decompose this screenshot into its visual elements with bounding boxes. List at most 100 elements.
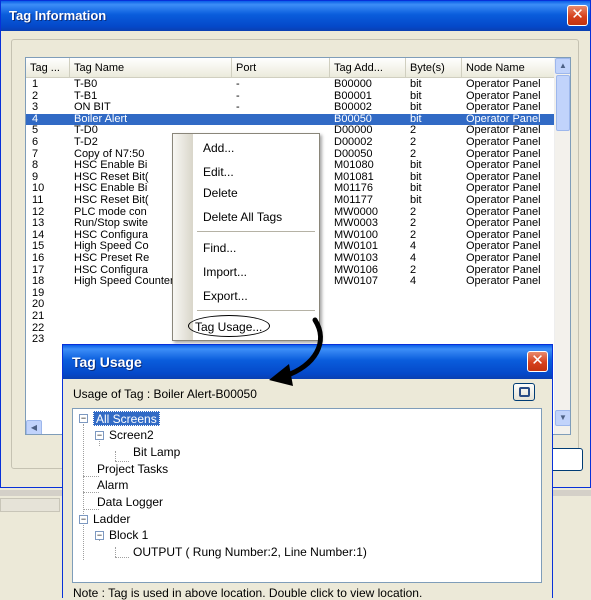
table-cell-bytes: bit xyxy=(410,183,422,195)
tree-node-screen2[interactable]: Screen2 xyxy=(109,428,154,443)
table-cell-bytes: bit xyxy=(410,79,422,90)
tag-list-header: Tag ... Tag Name Port Tag Add... Byte(s)… xyxy=(26,58,556,78)
table-cell-bytes: 2 xyxy=(410,206,417,218)
table-cell-addr: MW0100 xyxy=(334,229,379,241)
menu-item-edit[interactable]: Edit... xyxy=(203,163,234,181)
table-cell-num: 2 xyxy=(32,90,39,102)
menu-item-delete-all-tags[interactable]: Delete All Tags xyxy=(203,208,282,226)
vertical-scrollbar[interactable]: ▲ ▼ xyxy=(554,58,570,434)
table-cell-name: T-D2 xyxy=(74,137,98,148)
usage-tree[interactable]: − All Screens − Screen2 Bit Lamp Project… xyxy=(72,408,542,583)
col-port[interactable]: Port xyxy=(232,58,330,78)
table-cell-num: 13 xyxy=(32,218,45,230)
table-cell-node: Operator Panel xyxy=(466,79,541,90)
menu-separator xyxy=(197,310,315,311)
table-cell-name: T-D0 xyxy=(74,125,98,137)
table-cell-node: Operator Panel xyxy=(466,195,541,206)
tree-node-block1[interactable]: Block 1 xyxy=(109,528,148,543)
tree-node-project-tasks[interactable]: Project Tasks xyxy=(97,462,168,477)
tree-node-alarm[interactable]: Alarm xyxy=(97,478,128,493)
close-icon[interactable]: ✕ xyxy=(567,5,588,26)
table-cell-node: Operator Panel xyxy=(466,276,541,288)
window-icon[interactable] xyxy=(513,383,535,401)
table-cell-addr: MW0106 xyxy=(334,264,379,276)
table-cell-num: 6 xyxy=(32,137,39,148)
table-cell-node: Operator Panel xyxy=(466,137,541,148)
context-menu: Add... Edit... Delete Delete All Tags Fi… xyxy=(172,133,320,341)
table-cell-addr: MW0003 xyxy=(334,218,379,230)
table-cell-name: HSC Preset Re xyxy=(74,253,150,264)
scroll-thumb[interactable] xyxy=(556,75,570,131)
table-cell-bytes: 2 xyxy=(410,229,417,241)
col-tag-name[interactable]: Tag Name xyxy=(70,58,232,78)
close-icon[interactable]: ✕ xyxy=(527,351,548,372)
table-row[interactable]: 4 Boiler Alert B00050 bit Operator Panel xyxy=(26,113,556,125)
table-cell-num: 1 xyxy=(32,79,39,90)
table-cell-bytes: bit xyxy=(410,160,422,172)
table-cell-addr: MW0103 xyxy=(334,253,379,264)
table-cell-name: HSC Configura xyxy=(74,229,148,241)
table-cell-num: 22 xyxy=(32,322,45,334)
table-cell-addr: D00050 xyxy=(334,148,373,160)
table-cell-num: 8 xyxy=(32,160,39,172)
table-cell-num: 7 xyxy=(32,148,39,160)
minus-box-icon[interactable]: − xyxy=(95,431,104,440)
scroll-down-icon[interactable]: ▼ xyxy=(555,410,570,426)
table-cell-num: 23 xyxy=(32,334,45,346)
table-cell-num: 21 xyxy=(32,311,45,322)
table-cell-node: Operator Panel xyxy=(466,241,541,253)
table-cell-num: 5 xyxy=(32,125,39,137)
table-cell-bytes: 4 xyxy=(410,241,417,253)
table-cell-addr: M01176 xyxy=(334,183,373,195)
col-node-name[interactable]: Node Name xyxy=(462,58,556,78)
table-cell-num: 19 xyxy=(32,287,45,299)
table-cell-node: Operator Panel xyxy=(466,171,541,183)
table-cell-num: 14 xyxy=(32,229,45,241)
minus-box-icon[interactable]: − xyxy=(79,515,88,524)
table-cell-num: 10 xyxy=(32,183,45,195)
table-cell-num: 12 xyxy=(32,206,45,218)
table-cell-addr: D00000 xyxy=(334,125,373,137)
table-cell-node: Operator Panel xyxy=(466,90,541,102)
table-cell-node: Operator Panel xyxy=(466,218,541,230)
col-tag-address[interactable]: Tag Add... xyxy=(330,58,406,78)
table-cell-addr: B00001 xyxy=(334,90,372,102)
scroll-left-icon[interactable]: ◀ xyxy=(26,420,42,434)
table-cell-bytes: 2 xyxy=(410,264,417,276)
table-cell-node: Operator Panel xyxy=(466,183,541,195)
menu-item-add[interactable]: Add... xyxy=(203,139,234,157)
table-cell-addr: B00050 xyxy=(334,113,372,125)
tree-node-data-logger[interactable]: Data Logger xyxy=(97,495,163,510)
minus-box-icon[interactable]: − xyxy=(79,414,88,423)
col-tag-number[interactable]: Tag ... xyxy=(26,58,70,78)
table-cell-num: 15 xyxy=(32,241,45,253)
table-cell-bytes: 4 xyxy=(410,253,417,264)
table-cell-port: - xyxy=(236,102,240,114)
menu-item-delete[interactable]: Delete xyxy=(203,184,238,202)
table-cell-node: Operator Panel xyxy=(466,102,541,114)
table-cell-addr: D00002 xyxy=(334,137,373,148)
table-cell-node: Operator Panel xyxy=(466,229,541,241)
menu-item-export[interactable]: Export... xyxy=(203,287,248,305)
menu-item-find[interactable]: Find... xyxy=(203,239,236,257)
tree-node-bit-lamp[interactable]: Bit Lamp xyxy=(133,445,180,460)
table-cell-num: 9 xyxy=(32,171,39,183)
minus-box-icon[interactable]: − xyxy=(95,531,104,540)
scroll-up-icon[interactable]: ▲ xyxy=(555,58,570,74)
tree-node-output[interactable]: OUTPUT ( Rung Number:2, Line Number:1) xyxy=(133,545,367,560)
table-row[interactable]: 3 ON BIT - B00002 bit Operator Panel xyxy=(26,102,556,113)
tree-node-all-screens[interactable]: All Screens xyxy=(93,411,160,426)
table-cell-node: Operator Panel xyxy=(466,160,541,172)
table-row[interactable]: 2 T-B1 - B00001 bit Operator Panel xyxy=(26,91,556,102)
table-cell-bytes: bit xyxy=(410,113,422,125)
table-row[interactable]: 1 T-B0 - B00000 bit Operator Panel xyxy=(26,79,556,90)
table-cell-bytes: 2 xyxy=(410,137,417,148)
table-cell-addr: MW0000 xyxy=(334,206,379,218)
col-bytes[interactable]: Byte(s) xyxy=(406,58,462,78)
table-cell-num: 20 xyxy=(32,299,45,311)
table-cell-name: HSC Configura xyxy=(74,264,148,276)
curved-arrow-icon xyxy=(269,317,323,386)
table-cell-node: Operator Panel xyxy=(466,125,541,137)
menu-item-import[interactable]: Import... xyxy=(203,263,247,281)
tree-node-ladder[interactable]: Ladder xyxy=(93,512,130,527)
